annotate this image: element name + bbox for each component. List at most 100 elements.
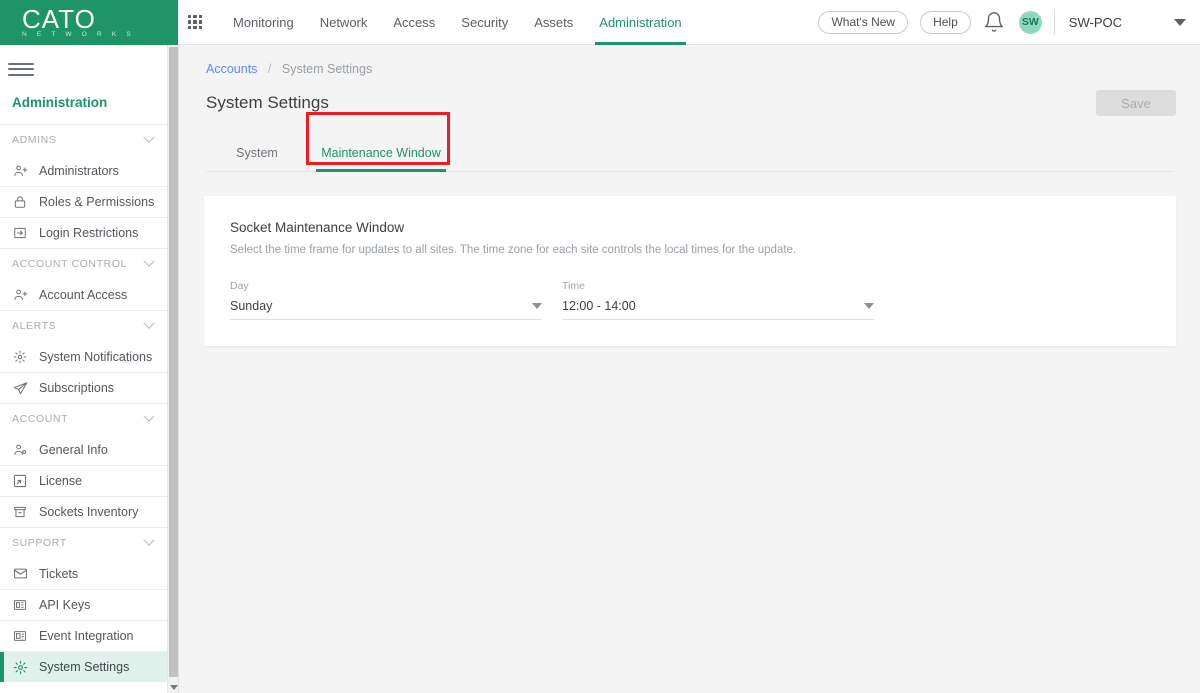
nav-label: Access: [393, 14, 436, 30]
help-button[interactable]: Help: [920, 10, 971, 34]
hamburger-menu-icon[interactable]: [0, 45, 34, 91]
breadcrumb-current: System Settings: [281, 62, 373, 76]
chevron-down-icon: [143, 534, 155, 546]
breadcrumb-separator: /: [267, 62, 272, 76]
sidebar-group-label: SUPPORT: [12, 537, 67, 549]
tab-label: System: [236, 145, 278, 160]
sidebar-item-system-notifications[interactable]: System Notifications: [0, 341, 167, 372]
nav-label: Network: [319, 14, 368, 30]
sidebar-item-account-access[interactable]: Account Access: [0, 279, 167, 310]
paper-plane-icon: [12, 380, 28, 396]
gear-icon: [12, 349, 28, 365]
sidebar-item-label: System Settings: [39, 660, 130, 674]
chevron-down-icon: [532, 303, 542, 309]
app-logo[interactable]: CATO N E T W O R K S: [0, 0, 178, 45]
envelope-icon: [12, 566, 28, 582]
notification-bell-icon[interactable]: [983, 11, 1005, 33]
nav-item-monitoring[interactable]: Monitoring: [220, 0, 307, 45]
tab-system[interactable]: System: [206, 133, 308, 172]
scroll-down-arrow-icon[interactable]: [169, 685, 178, 690]
socket-maintenance-window-card: Socket Maintenance Window Select the tim…: [204, 196, 1176, 346]
sidebar-group-admins[interactable]: ADMINS: [0, 124, 167, 155]
nav-label: Assets: [534, 14, 574, 30]
nav-label: Monitoring: [233, 14, 294, 30]
sidebar-item-license[interactable]: License: [0, 465, 167, 496]
nav-item-assets[interactable]: Assets: [521, 0, 586, 45]
day-field-label: Day: [230, 280, 249, 292]
sidebar-item-label: Sockets Inventory: [39, 505, 139, 519]
account-divider: [1053, 9, 1055, 35]
sidebar-item-label: Administrators: [39, 163, 119, 178]
help-label: Help: [933, 15, 958, 29]
sidebar-item-login-restrictions[interactable]: Login Restrictions: [0, 217, 167, 248]
sidebar-item-label: License: [39, 474, 83, 488]
sidebar-scrollbar-thumb[interactable]: [169, 47, 178, 677]
sidebar-scrollbar[interactable]: [168, 45, 179, 693]
sidebar-group-account[interactable]: ACCOUNT: [0, 403, 167, 434]
card-fields: Day Sunday Time 12:00 - 14:00: [230, 280, 1150, 320]
inventory-box-icon: [12, 504, 28, 520]
nav-item-access[interactable]: Access: [380, 0, 448, 45]
sidebar-group-label: ADMINS: [12, 134, 57, 146]
sidebar-group-label: ACCOUNT CONTROL: [12, 258, 127, 270]
sidebar: Administration ADMINS Administrators Rol…: [0, 45, 168, 693]
nav-item-security[interactable]: Security: [448, 0, 521, 45]
sidebar-group-support[interactable]: SUPPORT: [0, 527, 167, 558]
logo-wordmark: CATO: [22, 3, 96, 34]
card-title: Socket Maintenance Window: [230, 220, 405, 235]
sidebar-item-label: Roles & Permissions: [39, 195, 155, 209]
tab-bar: System Maintenance Window: [206, 112, 1174, 172]
sidebar-item-subscriptions[interactable]: Subscriptions: [0, 372, 167, 403]
day-field: Day Sunday: [230, 280, 542, 320]
gear-icon: [12, 659, 28, 675]
nav-label: Security: [461, 14, 509, 30]
day-select-value: Sunday: [230, 299, 273, 313]
apps-grid-icon[interactable]: [188, 15, 202, 29]
sidebar-title: Administration: [12, 95, 108, 110]
sidebar-item-api-keys[interactable]: API Keys: [0, 589, 167, 620]
tab-maintenance-window[interactable]: Maintenance Window: [308, 133, 454, 172]
account-name[interactable]: SW-POC: [1069, 15, 1122, 30]
sidebar-item-label: System Notifications: [39, 349, 153, 364]
time-field-label: Time: [562, 280, 585, 292]
sidebar-group-label: ALERTS: [12, 320, 57, 332]
user-info-icon: [12, 442, 28, 458]
chevron-down-icon: [143, 131, 155, 143]
time-select[interactable]: 12:00 - 14:00: [562, 299, 874, 320]
sidebar-group-label: ACCOUNT: [12, 413, 69, 425]
card-description: Select the time frame for updates to all…: [230, 244, 797, 256]
avatar-initials: SW: [1021, 16, 1039, 28]
time-field: Time 12:00 - 14:00: [562, 280, 874, 320]
avatar[interactable]: SW: [1018, 10, 1042, 34]
chevron-down-icon: [143, 317, 155, 329]
sidebar-item-administrators[interactable]: Administrators: [0, 155, 167, 186]
nav-item-network[interactable]: Network: [307, 0, 381, 45]
sidebar-group-alerts[interactable]: ALERTS: [0, 310, 167, 341]
nav-label: Administration: [599, 14, 682, 30]
api-key-icon: [12, 597, 28, 613]
license-square-icon: [12, 473, 28, 489]
sidebar-item-sockets-inventory[interactable]: Sockets Inventory: [0, 496, 167, 527]
sidebar-item-event-integration[interactable]: Event Integration: [0, 620, 167, 651]
breadcrumb-accounts-link[interactable]: Accounts: [206, 62, 257, 76]
breadcrumb: Accounts / System Settings: [180, 45, 1200, 76]
nav-item-administration[interactable]: Administration: [586, 0, 694, 45]
whats-new-button[interactable]: What's New: [818, 10, 909, 34]
sidebar-item-label: Login Restrictions: [39, 226, 139, 240]
save-button[interactable]: Save: [1096, 90, 1176, 116]
sidebar-item-general-info[interactable]: General Info: [0, 434, 167, 465]
users-icon: [12, 163, 28, 179]
sidebar-item-label: Tickets: [39, 566, 79, 581]
event-integration-icon: [12, 628, 28, 644]
sidebar-item-roles-permissions[interactable]: Roles & Permissions: [0, 186, 167, 217]
sidebar-item-tickets[interactable]: Tickets: [0, 558, 167, 589]
top-bar: CATO N E T W O R K S Monitoring Network …: [0, 0, 1200, 45]
page-header: System Settings Save: [180, 76, 1200, 116]
sidebar-item-system-settings[interactable]: System Settings: [0, 651, 167, 682]
sidebar-group-account-control[interactable]: ACCOUNT CONTROL: [0, 248, 167, 279]
page-title: System Settings: [206, 93, 329, 112]
day-select[interactable]: Sunday: [230, 299, 542, 320]
time-select-value: 12:00 - 14:00: [562, 299, 636, 313]
chevron-down-icon[interactable]: [1174, 18, 1186, 26]
sidebar-item-label: General Info: [39, 442, 108, 457]
